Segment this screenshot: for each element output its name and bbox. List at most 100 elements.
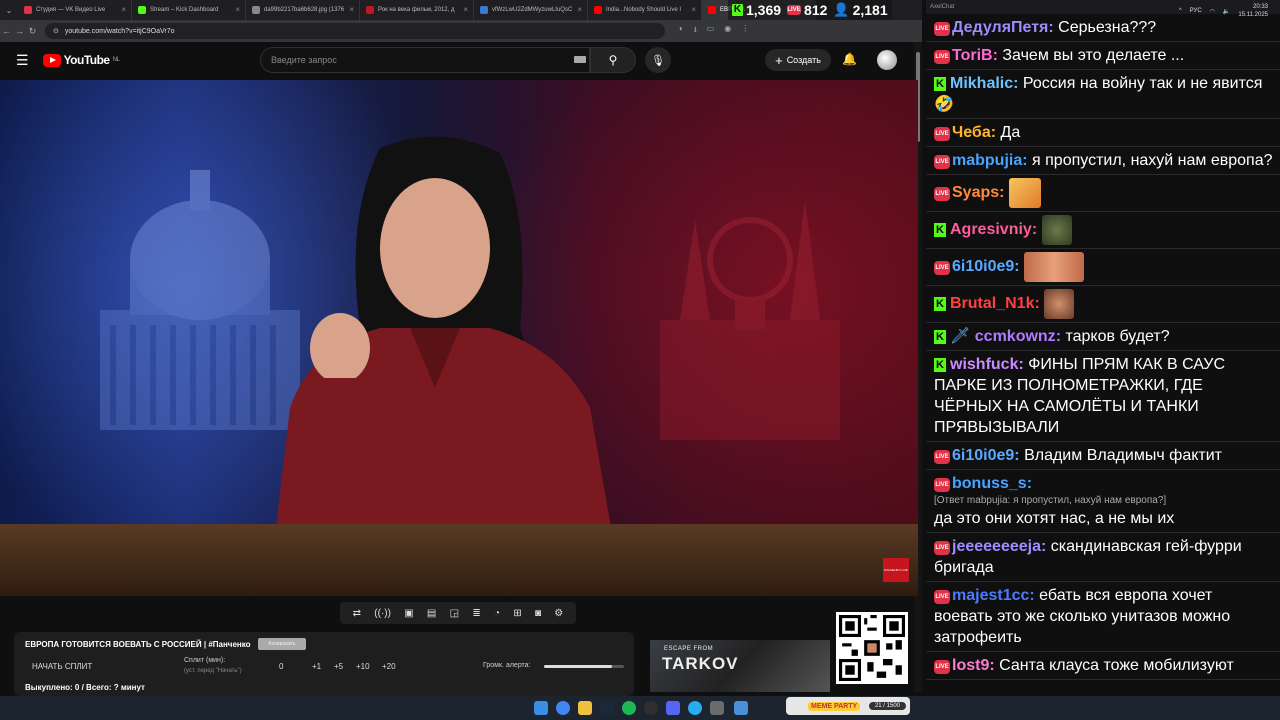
- close-tab-icon[interactable]: ×: [577, 5, 582, 14]
- browser-tab[interactable]: da99b2217ba6b628.jpg (1376 ×: [246, 0, 360, 20]
- video-player[interactable]: ПАНЧЕНКО LIVE: [0, 80, 918, 596]
- loop-icon[interactable]: ⇄: [353, 608, 361, 619]
- browser-tab[interactable]: Студия — VK Видео Live ×: [18, 0, 132, 20]
- chat-username[interactable]: Mikhalic: [950, 75, 1013, 92]
- steam-icon[interactable]: [600, 701, 614, 715]
- chevron-up-icon[interactable]: ^: [1179, 8, 1182, 14]
- chat-message: LIVE jeeeeeeeeja: скандинавская гей-фурри…: [926, 533, 1280, 582]
- discord-icon[interactable]: [666, 701, 680, 715]
- chat-message-list[interactable]: LIVE ДедуляПетя: Серьезна??? LIVE ToriB: За…: [926, 14, 1280, 680]
- wifi-icon[interactable]: ◠: [1210, 8, 1215, 15]
- app-icon[interactable]: [710, 701, 724, 715]
- back-icon[interactable]: ←: [0, 26, 13, 36]
- copy-button[interactable]: Копировать: [258, 638, 306, 650]
- tab-title: India...Nobody Should Live I: [606, 7, 682, 13]
- tarkov-promo[interactable]: ESCAPE FROM TARKOV: [650, 640, 830, 692]
- telegram-icon[interactable]: [688, 701, 702, 715]
- split-value[interactable]: 0: [279, 662, 283, 671]
- close-tab-icon[interactable]: ×: [691, 5, 696, 14]
- kick-icon: K: [934, 330, 946, 344]
- volume-icon[interactable]: 🔈: [1223, 8, 1230, 15]
- chat-username[interactable]: wishfuck: [950, 356, 1018, 373]
- menu-icon[interactable]: ⋮: [741, 24, 749, 38]
- tab-title: Рок на века фильм, 2012, д: [378, 7, 455, 13]
- desktop: ⌄ Студия — VK Видео Live × Stream – Kick D…: [0, 0, 1280, 720]
- add-icon[interactable]: ⊞: [513, 608, 521, 619]
- alert-volume-slider[interactable]: [544, 665, 624, 668]
- voice-search-button[interactable]: 🎙: [645, 47, 671, 73]
- chat-username[interactable]: jeeeeeeeeja: [952, 538, 1041, 555]
- download-icon[interactable]: ⭳: [694, 24, 697, 38]
- vk-live-icon: LIVE: [934, 660, 950, 674]
- start-split-button[interactable]: НАЧАТЬ СПЛИТ: [32, 662, 92, 671]
- username-separator: :: [1026, 475, 1033, 492]
- site-info-icon[interactable]: ⊙: [53, 27, 59, 35]
- close-tab-icon[interactable]: ×: [349, 5, 354, 14]
- reload-icon[interactable]: ↻: [26, 26, 39, 37]
- screen-icon[interactable]: ▣: [404, 608, 413, 619]
- chat-username[interactable]: lost9: [952, 657, 989, 674]
- chat-username[interactable]: Brutal_N1k: [950, 295, 1034, 312]
- chat-username[interactable]: mabpujia: [952, 152, 1022, 169]
- kick-icon: K: [934, 297, 946, 312]
- chrome-icon[interactable]: [556, 701, 570, 715]
- youtube-logo[interactable]: YouTube NL: [42, 53, 120, 67]
- news-desk: [0, 524, 918, 596]
- broadcast-icon[interactable]: ((·)): [374, 608, 391, 619]
- close-tab-icon[interactable]: ×: [235, 5, 240, 14]
- screenshot-icon[interactable]: ◙: [535, 608, 541, 619]
- chat-username[interactable]: majest1cc: [952, 587, 1029, 604]
- forward-icon[interactable]: →: [13, 26, 26, 36]
- chat-username[interactable]: ДедуляПетя: [952, 19, 1048, 36]
- search-input[interactable]: Введите запрос: [260, 47, 590, 73]
- search-button[interactable]: ⚲: [590, 47, 636, 73]
- lang-indicator[interactable]: РУС: [1190, 8, 1202, 14]
- pip-icon[interactable]: ◲: [450, 608, 459, 619]
- avatar[interactable]: [877, 50, 897, 70]
- chat-username[interactable]: Syaps: [952, 184, 999, 201]
- chat-username[interactable]: bonuss_s: [952, 475, 1027, 492]
- vk-live-icon: LIVE: [934, 261, 950, 276]
- list-icon[interactable]: ≣: [472, 608, 480, 619]
- hamburger-menu-icon[interactable]: ☰: [16, 52, 29, 69]
- chat-username[interactable]: 6i10i0e9: [952, 258, 1014, 275]
- create-button[interactable]: + Создать: [765, 49, 831, 71]
- cast-icon[interactable]: ▭: [707, 24, 715, 38]
- chat-text: Зачем вы это делаете ...: [1002, 47, 1185, 64]
- chat-username[interactable]: Чеба: [952, 124, 991, 141]
- browser-tab[interactable]: India...Nobody Should Live I ×: [588, 0, 702, 20]
- browser-tab[interactable]: Stream – Kick Dashboard ×: [132, 0, 246, 20]
- film-icon[interactable]: ▤: [427, 608, 436, 619]
- increment-button[interactable]: +5: [334, 662, 343, 671]
- settings-icon[interactable]: ⚙: [554, 608, 563, 619]
- extension-icon[interactable]: ◐: [679, 24, 684, 38]
- meme-party-widget[interactable]: MEME PARTY 21 / 1500: [786, 697, 910, 715]
- speed-icon[interactable]: ◔: [494, 608, 500, 619]
- username-separator: :: [1055, 328, 1066, 345]
- url-field[interactable]: ⊙ youtube.com/watch?v=itjC9OaVr7o: [45, 23, 665, 39]
- username-separator: :: [1014, 447, 1025, 464]
- browser-tab[interactable]: vfWzLwU2ZdMWyzuwLIuQsC ×: [474, 0, 588, 20]
- browser-tab[interactable]: Рок на века фильм, 2012, д ×: [360, 0, 474, 20]
- tab-list-icon[interactable]: ⌄: [0, 6, 18, 15]
- keyboard-icon[interactable]: [574, 56, 586, 63]
- chat-username[interactable]: Agresivniy: [950, 221, 1032, 238]
- vk-live-icon: LIVE: [934, 155, 950, 169]
- explorer-icon[interactable]: [578, 701, 592, 715]
- obs-icon[interactable]: [644, 701, 658, 715]
- username-separator: :: [989, 657, 1000, 674]
- increment-button[interactable]: +10: [356, 662, 370, 671]
- app-icon[interactable]: [734, 701, 748, 715]
- notifications-bell-icon[interactable]: 🔔: [842, 52, 857, 66]
- chat-username[interactable]: ToriB: [952, 47, 993, 64]
- start-icon[interactable]: [534, 701, 548, 715]
- chat-username[interactable]: 6i10i0e9: [952, 447, 1014, 464]
- increment-button[interactable]: +1: [312, 662, 321, 671]
- chat-username[interactable]: ccmkownz: [975, 328, 1056, 345]
- increment-button[interactable]: +20: [382, 662, 396, 671]
- profile-icon[interactable]: ◉: [724, 24, 731, 38]
- clock[interactable]: 20:33 15.11.2025: [1238, 3, 1268, 19]
- spotify-icon[interactable]: [622, 701, 636, 715]
- close-tab-icon[interactable]: ×: [121, 5, 126, 14]
- close-tab-icon[interactable]: ×: [463, 5, 468, 14]
